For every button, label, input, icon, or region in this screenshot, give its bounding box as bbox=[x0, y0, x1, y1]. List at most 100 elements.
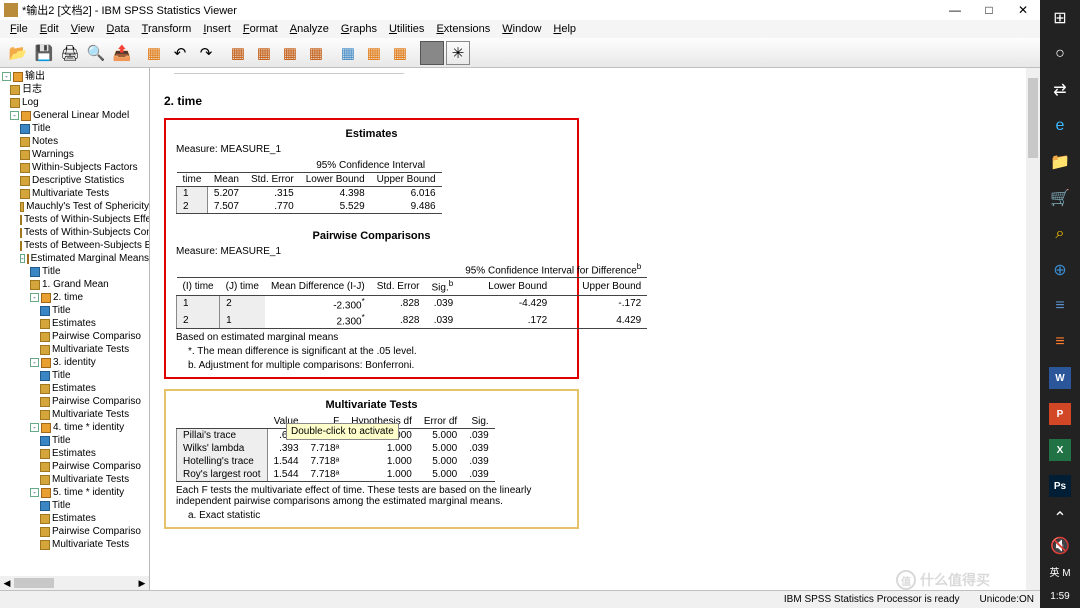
outline-item[interactable]: Multivariate Tests bbox=[2, 473, 149, 486]
outline-item[interactable]: Estimates bbox=[2, 382, 149, 395]
multivariate-output[interactable]: Double-click to activate Multivariate Te… bbox=[164, 389, 579, 529]
taskbar-app-4[interactable]: 📁 bbox=[1040, 144, 1080, 180]
print-icon[interactable]: 🖨 bbox=[58, 41, 82, 65]
outline-item[interactable]: Multivariate Tests bbox=[2, 343, 149, 356]
scroll-thumb[interactable] bbox=[14, 578, 54, 588]
clock[interactable]: 1:59 bbox=[1050, 587, 1069, 608]
outline-item[interactable]: Estimates bbox=[2, 512, 149, 525]
outline-item[interactable]: Tests of Within-Subjects Con bbox=[2, 226, 149, 239]
estimates-table[interactable]: 95% Confidence IntervaltimeMeanStd. Erro… bbox=[176, 159, 442, 214]
outline-item[interactable]: Notes bbox=[2, 135, 149, 148]
minimize-button[interactable]: — bbox=[938, 0, 972, 20]
menu-analyze[interactable]: Analyze bbox=[284, 23, 335, 35]
outline-item[interactable]: Title bbox=[2, 122, 149, 135]
designate-icon[interactable]: ▦ bbox=[362, 41, 386, 65]
maximize-button[interactable]: □ bbox=[972, 0, 1006, 20]
export-icon[interactable]: 📤 bbox=[110, 41, 134, 65]
outline-hscroll[interactable]: ◀ ▶ bbox=[0, 576, 149, 590]
goto-case-icon[interactable]: ▦ bbox=[252, 41, 276, 65]
outline-item[interactable]: Title bbox=[2, 434, 149, 447]
ime-indicator[interactable]: 英 M bbox=[1040, 559, 1080, 587]
outline-item[interactable]: Estimates bbox=[2, 317, 149, 330]
outline-item[interactable]: Multivariate Tests bbox=[2, 538, 149, 551]
recall-icon[interactable]: ▦ bbox=[142, 41, 166, 65]
outline-item[interactable]: Title bbox=[2, 369, 149, 382]
outline-item[interactable]: Pairwise Compariso bbox=[2, 395, 149, 408]
redo-icon[interactable]: ↷ bbox=[194, 41, 218, 65]
open-icon[interactable]: 📂 bbox=[6, 41, 30, 65]
menu-insert[interactable]: Insert bbox=[197, 23, 237, 35]
menu-file[interactable]: File bbox=[4, 23, 34, 35]
outline-item[interactable]: Log bbox=[2, 96, 149, 109]
taskbar-app-13[interactable]: Ps bbox=[1040, 468, 1080, 504]
preview-icon[interactable]: 🔍 bbox=[84, 41, 108, 65]
pairwise-table[interactable]: 95% Confidence Interval for Differenceb(… bbox=[176, 261, 647, 329]
menu-utilities[interactable]: Utilities bbox=[383, 23, 430, 35]
document-area[interactable]: 2. time Estimates Measure: MEASURE_1 95%… bbox=[150, 68, 1040, 590]
run-icon[interactable]: ▦ bbox=[304, 41, 328, 65]
close-button[interactable]: ✕ bbox=[1006, 0, 1040, 20]
menu-format[interactable]: Format bbox=[237, 23, 284, 35]
window-controls: — □ ✕ bbox=[938, 0, 1040, 20]
menu-window[interactable]: Window bbox=[496, 23, 547, 35]
outline-item[interactable]: -5. time * identity bbox=[2, 486, 149, 499]
outline-item[interactable]: -4. time * identity bbox=[2, 421, 149, 434]
menu-graphs[interactable]: Graphs bbox=[335, 23, 383, 35]
outline-item[interactable]: Estimates bbox=[2, 447, 149, 460]
taskbar-app-10[interactable]: W bbox=[1040, 360, 1080, 396]
outline-item[interactable]: Mauchly's Test of Sphericity bbox=[2, 200, 149, 213]
scroll-left-icon[interactable]: ◀ bbox=[0, 578, 14, 589]
save-icon[interactable]: 💾 bbox=[32, 41, 56, 65]
menu-extensions[interactable]: Extensions bbox=[430, 23, 496, 35]
outline-item[interactable]: Title bbox=[2, 265, 149, 278]
new-icon[interactable]: ✳ bbox=[446, 41, 470, 65]
outline-item[interactable]: -2. time bbox=[2, 291, 149, 304]
menu-view[interactable]: View bbox=[65, 23, 101, 35]
doc-vscroll[interactable] bbox=[1026, 68, 1040, 590]
stop-icon[interactable] bbox=[420, 41, 444, 65]
select-last-icon[interactable]: ▦ bbox=[336, 41, 360, 65]
outline-root[interactable]: -输出 bbox=[2, 70, 149, 83]
outline-item[interactable]: Tests of Within-Subjects Effe bbox=[2, 213, 149, 226]
outline-item[interactable]: -Estimated Marginal Means bbox=[2, 252, 149, 265]
speaker-icon[interactable]: 🔇 bbox=[1040, 532, 1080, 560]
outline-pane[interactable]: -输出日志Log-General Linear ModelTitleNotesW… bbox=[0, 68, 150, 576]
taskbar-app-2[interactable]: ⇄ bbox=[1040, 72, 1080, 108]
outline-item[interactable]: Pairwise Compariso bbox=[2, 525, 149, 538]
taskbar-app-1[interactable]: ○ bbox=[1040, 36, 1080, 72]
taskbar-app-9[interactable]: ≡ bbox=[1040, 324, 1080, 360]
outline-item[interactable]: Descriptive Statistics bbox=[2, 174, 149, 187]
menu-edit[interactable]: Edit bbox=[34, 23, 65, 35]
taskbar-app-12[interactable]: X bbox=[1040, 432, 1080, 468]
menu-transform[interactable]: Transform bbox=[136, 23, 198, 35]
taskbar-app-7[interactable]: ⊕ bbox=[1040, 252, 1080, 288]
outline-item[interactable]: 日志 bbox=[2, 83, 149, 96]
outline-item[interactable]: Warnings bbox=[2, 148, 149, 161]
taskbar-app-3[interactable]: e bbox=[1040, 108, 1080, 144]
goto-data-icon[interactable]: ▦ bbox=[226, 41, 250, 65]
variables-icon[interactable]: ▦ bbox=[278, 41, 302, 65]
outline-item[interactable]: Tests of Between-Subjects E bbox=[2, 239, 149, 252]
outline-item[interactable]: 1. Grand Mean bbox=[2, 278, 149, 291]
outline-item[interactable]: Pairwise Compariso bbox=[2, 330, 149, 343]
taskbar-app-11[interactable]: P bbox=[1040, 396, 1080, 432]
outline-item[interactable]: -3. identity bbox=[2, 356, 149, 369]
taskbar-app-0[interactable]: ⊞ bbox=[1040, 0, 1080, 36]
outline-item[interactable]: Within-Subjects Factors bbox=[2, 161, 149, 174]
outline-item[interactable]: Multivariate Tests bbox=[2, 408, 149, 421]
menu-data[interactable]: Data bbox=[100, 23, 135, 35]
scroll-right-icon[interactable]: ▶ bbox=[135, 578, 149, 589]
promote-icon[interactable]: ▦ bbox=[388, 41, 412, 65]
wifi-icon[interactable]: ⌃ bbox=[1040, 504, 1080, 532]
outline-item[interactable]: Pairwise Compariso bbox=[2, 460, 149, 473]
taskbar-app-5[interactable]: 🛒 bbox=[1040, 180, 1080, 216]
outline-item[interactable]: Title bbox=[2, 304, 149, 317]
taskbar-app-6[interactable]: ⌕ bbox=[1040, 216, 1080, 252]
menu-help[interactable]: Help bbox=[547, 23, 582, 35]
vscroll-thumb[interactable] bbox=[1028, 78, 1038, 158]
taskbar-app-8[interactable]: ≡ bbox=[1040, 288, 1080, 324]
outline-item[interactable]: -General Linear Model bbox=[2, 109, 149, 122]
outline-item[interactable]: Title bbox=[2, 499, 149, 512]
outline-item[interactable]: Multivariate Tests bbox=[2, 187, 149, 200]
undo-icon[interactable]: ↶ bbox=[168, 41, 192, 65]
